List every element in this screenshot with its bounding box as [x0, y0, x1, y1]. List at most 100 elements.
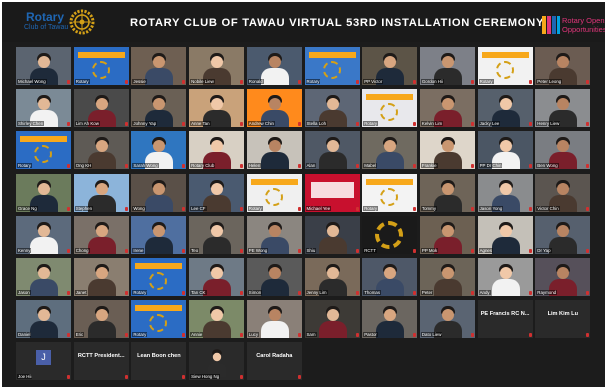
- participant-tile[interactable]: Siew Hong Ng: [189, 342, 245, 381]
- participant-tile[interactable]: Lucy: [246, 300, 302, 339]
- participant-tile[interactable]: Peter Leong: [535, 47, 591, 85]
- participant-name: Peter Leong: [536, 79, 563, 84]
- participant-tile[interactable]: Jessie: [131, 47, 187, 85]
- participant-tile[interactable]: Lee CF: [189, 173, 245, 212]
- participant-face: [153, 140, 166, 153]
- participant-tile[interactable]: Lim Ah Kow: [73, 89, 129, 128]
- participant-tile[interactable]: Victor Chin: [535, 173, 591, 212]
- participant-tile[interactable]: PE Wong: [246, 215, 302, 254]
- participant-tile[interactable]: Wong: [131, 173, 187, 212]
- participant-tile[interactable]: Teo: [189, 215, 245, 254]
- participant-tile[interactable]: Michael Yee: [304, 173, 360, 212]
- participant-tile[interactable]: Rotary: [477, 47, 533, 85]
- participant-tile[interactable]: Tan CK: [189, 258, 245, 296]
- participant-name: Alan: [305, 163, 317, 169]
- participant-tile[interactable]: Jacky Lee: [477, 89, 533, 128]
- participant-name: Lee CF: [190, 205, 207, 211]
- participant-tile[interactable]: Shiu: [304, 215, 360, 254]
- participant-name: Dato Liew: [420, 332, 443, 338]
- participant-tile[interactable]: Frankie: [419, 131, 475, 170]
- participant-tile[interactable]: Dato Liew: [419, 300, 475, 339]
- participant-tile[interactable]: Raymond: [535, 258, 591, 296]
- participant-tile[interactable]: Mabel: [362, 131, 418, 170]
- participant-name: Andrew Chin: [247, 121, 275, 127]
- participant-tile[interactable]: Chong: [73, 215, 129, 254]
- participant-tile[interactable]: RCTT: [362, 215, 418, 254]
- participant-name: Rotary: [74, 79, 90, 84]
- participant-tile[interactable]: Henry Liew: [535, 89, 591, 128]
- participant-tile[interactable]: Carol Radaha: [246, 342, 302, 381]
- participant-tile[interactable]: Kelvin Lim: [419, 89, 475, 128]
- participant-tile[interactable]: Daniel: [16, 300, 71, 339]
- participant-tile[interactable]: Johnny Yap: [131, 89, 187, 128]
- participant-body: [491, 236, 520, 254]
- participant-tile[interactable]: Jason: [16, 258, 71, 296]
- participant-tile[interactable]: Helen: [246, 131, 302, 170]
- participant-tile[interactable]: Sam: [304, 300, 360, 339]
- participant-name: Anne Tan: [190, 121, 211, 127]
- participant-tile[interactable]: Stella Loh: [304, 89, 360, 128]
- participant-tile[interactable]: Simon: [246, 258, 302, 296]
- participant-tile[interactable]: Jenny Lim: [304, 258, 360, 296]
- participant-tile[interactable]: Rotary Club: [189, 131, 245, 170]
- participant-tile[interactable]: PP Dr Chin: [477, 131, 533, 170]
- participant-face: [153, 98, 166, 111]
- participant-name: Sarah Wong: [132, 163, 159, 169]
- participant-tile[interactable]: Ronald: [246, 47, 302, 85]
- participant-tile[interactable]: Janet: [73, 258, 129, 296]
- participant-tile[interactable]: Rotary: [73, 47, 129, 85]
- participant-tile[interactable]: Ong KH: [73, 131, 129, 170]
- participant-face: [268, 98, 281, 111]
- participant-tile[interactable]: Agnes: [477, 215, 533, 254]
- participant-face: [268, 267, 281, 279]
- participant-tile[interactable]: Rotary: [304, 47, 360, 85]
- participant-tile[interactable]: Tommy: [419, 173, 475, 212]
- participant-tile[interactable]: PE Francis RC N...: [477, 300, 533, 339]
- participant-tile[interactable]: Lim Kim Lu: [535, 300, 591, 339]
- participant-tile[interactable]: Grace Ng: [16, 173, 71, 212]
- participant-tile[interactable]: Shirley Chen: [16, 89, 71, 128]
- participant-name: Carol Radaha: [256, 353, 293, 360]
- participant-tile[interactable]: Rotary: [362, 173, 418, 212]
- participant-tile[interactable]: Lean Boon chen: [131, 342, 187, 381]
- participant-tile[interactable]: Andy: [477, 258, 533, 296]
- participant-tile[interactable]: Nobile Liew: [189, 47, 245, 85]
- participant-tile[interactable]: Peter: [419, 258, 475, 296]
- participant-tile[interactable]: Rotary: [16, 131, 71, 170]
- participant-face: [95, 267, 108, 279]
- participant-tile[interactable]: Eric: [73, 300, 129, 339]
- participant-name: Janet: [74, 290, 88, 295]
- participant-tile[interactable]: Gordon Hii: [419, 47, 475, 85]
- mic-muted-icon: [586, 206, 590, 211]
- participant-tile[interactable]: Rotary: [131, 300, 187, 339]
- participant-tile[interactable]: J Joe Hii: [16, 342, 71, 381]
- participant-tile[interactable]: Jason Yong: [477, 173, 533, 212]
- mic-muted-icon: [67, 122, 70, 127]
- participant-tile[interactable]: Rotary: [246, 173, 302, 212]
- participant-tile[interactable]: Stephen: [73, 173, 129, 212]
- participant-tile[interactable]: Annie: [189, 300, 245, 339]
- participant-face: [211, 224, 224, 237]
- participant-tile[interactable]: Sarah Wong: [131, 131, 187, 170]
- participant-tile[interactable]: Michael Wong: [16, 47, 71, 85]
- participant-tile[interactable]: Rotary: [362, 89, 418, 128]
- participant-tile[interactable]: Alan: [304, 131, 360, 170]
- participant-tile[interactable]: PP Mok: [419, 215, 475, 254]
- participant-tile[interactable]: PP Victor: [362, 47, 418, 85]
- participant-tile[interactable]: Irene: [131, 215, 187, 254]
- participant-name: Rotary: [363, 121, 379, 127]
- participant-tile[interactable]: Kenny: [16, 215, 71, 254]
- participant-tile[interactable]: RCTT President...: [73, 342, 129, 381]
- participant-tile[interactable]: Pastor: [362, 300, 418, 339]
- participant-face: [211, 56, 224, 68]
- participant-tile[interactable]: Ben Wong: [535, 131, 591, 170]
- opportunities-logo-icon: [542, 16, 560, 34]
- rotary-wheel-icon: [149, 272, 168, 290]
- participant-tile[interactable]: Thomas: [362, 258, 418, 296]
- mic-muted-icon: [124, 80, 128, 84]
- participant-tile[interactable]: Anne Tan: [189, 89, 245, 128]
- participant-tile[interactable]: Rotary: [131, 258, 187, 296]
- mic-muted-icon: [182, 206, 186, 211]
- participant-tile[interactable]: Dr Yap: [535, 215, 591, 254]
- participant-tile[interactable]: Andrew Chin: [246, 89, 302, 128]
